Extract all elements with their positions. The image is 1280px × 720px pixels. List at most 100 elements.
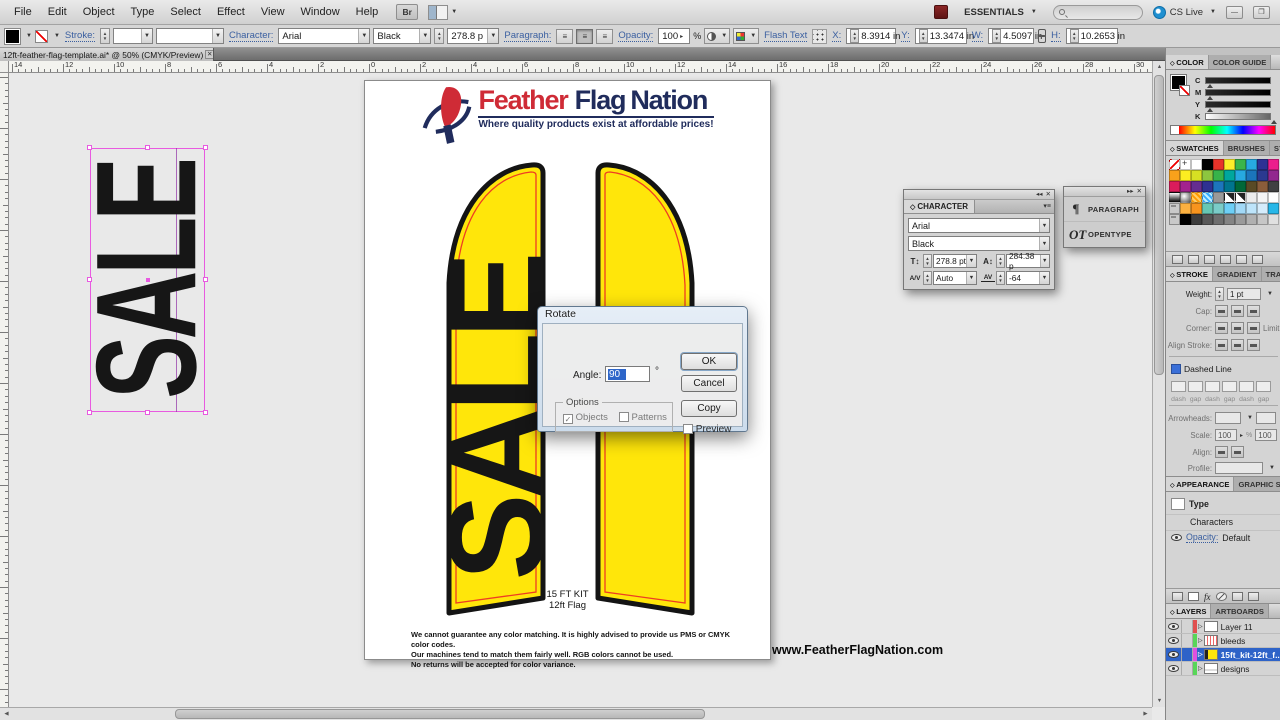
kerning-combo[interactable]: Auto▼ [933, 271, 977, 285]
x-label[interactable]: X: [832, 31, 841, 42]
projecting-cap-button[interactable] [1247, 305, 1260, 317]
swatch[interactable] [1235, 203, 1246, 214]
swatch[interactable] [1191, 203, 1202, 214]
selected-sale-object[interactable]: SALE [90, 148, 205, 412]
scroll-left-icon[interactable]: ◀ [0, 708, 13, 720]
layer-row[interactable]: ▷designs [1166, 662, 1280, 676]
tab-color[interactable]: COLOR [1166, 55, 1209, 69]
selection-handle[interactable] [145, 145, 150, 150]
stroke-weight-stepper[interactable] [100, 28, 110, 44]
x-stepper[interactable] [850, 29, 859, 43]
restore-button[interactable]: ❐ [1253, 6, 1270, 19]
tracking-combo[interactable]: -64▼ [1006, 271, 1050, 285]
bevel-join-button[interactable] [1247, 322, 1260, 334]
scroll-right-icon[interactable]: ▶ [1139, 708, 1152, 720]
gap-input[interactable] [1188, 381, 1203, 392]
swatch[interactable] [1224, 170, 1235, 181]
swatch[interactable] [1202, 181, 1213, 192]
selection-handle[interactable] [203, 277, 208, 282]
recolor-artwork-button[interactable]: ▼ [733, 28, 759, 44]
new-color-group-icon[interactable] [1220, 255, 1231, 264]
swatch[interactable] [1202, 214, 1213, 225]
color-spectrum-bar[interactable] [1170, 125, 1276, 135]
swatch[interactable] [1202, 170, 1213, 181]
swatch[interactable] [1180, 192, 1191, 203]
swatch[interactable] [1224, 181, 1235, 192]
selection-handle[interactable] [87, 277, 92, 282]
stroke-weight-combo[interactable]: ▼ [113, 28, 153, 44]
selection-handle[interactable] [87, 410, 92, 415]
stroke-proxy-swatch[interactable] [1179, 85, 1190, 96]
channel-slider[interactable] [1205, 113, 1271, 120]
new-swatch-icon[interactable] [1236, 255, 1247, 264]
menu-select[interactable]: Select [162, 0, 209, 24]
extend-arrow-button[interactable] [1215, 446, 1228, 458]
layer-row[interactable]: ▷15ft_kit-12ft_f... [1166, 648, 1280, 662]
angle-input[interactable]: 90 [605, 366, 650, 382]
swatch[interactable] [1246, 203, 1257, 214]
swatch-options-icon[interactable] [1204, 255, 1215, 264]
layer-row[interactable]: ▷bleeds [1166, 634, 1280, 648]
swatch[interactable] [1202, 192, 1213, 203]
swatch[interactable] [1268, 214, 1279, 225]
collapse-to-icons-icon[interactable]: ◂◂ [1036, 190, 1043, 200]
stroke-weight-label[interactable]: Stroke: [65, 31, 95, 42]
gap-input[interactable] [1256, 381, 1271, 392]
visibility-cell[interactable] [1166, 620, 1182, 633]
delete-swatch-icon[interactable] [1252, 255, 1263, 264]
tab-stroke[interactable]: STROKE [1166, 267, 1213, 281]
tab-symbols[interactable]: SYMBOLS [1270, 141, 1280, 155]
expand-triangle-icon[interactable]: ▷ [1198, 637, 1203, 644]
tab-graphic-styles[interactable]: GRAPHIC STYLES [1234, 477, 1280, 491]
gap-input[interactable] [1222, 381, 1237, 392]
menu-file[interactable]: File [6, 0, 40, 24]
scale-start-value[interactable]: 100 [1215, 429, 1237, 441]
swatch[interactable] [1257, 214, 1268, 225]
expand-panels-icon[interactable]: ▸▸ [1127, 187, 1134, 197]
close-icon[interactable]: ✕ [1046, 190, 1051, 200]
menu-object[interactable]: Object [75, 0, 123, 24]
stroke-color-swatch[interactable] [35, 30, 48, 43]
w-input[interactable]: 4.5097 in [988, 28, 1034, 44]
arrange-documents-button[interactable] [428, 5, 448, 20]
tab-brushes[interactable]: BRUSHES [1224, 141, 1270, 155]
slider-marker[interactable] [1271, 120, 1277, 124]
panel-menu-icon[interactable]: ▾≡ [1040, 200, 1054, 213]
preview-checkbox[interactable] [683, 424, 693, 434]
tab-appearance[interactable]: APPEARANCE [1166, 477, 1234, 491]
visibility-cell[interactable] [1166, 662, 1182, 675]
swatch[interactable] [1246, 159, 1257, 170]
swatch[interactable] [1224, 192, 1235, 203]
leading-combo[interactable]: 284.38 p▼ [1006, 254, 1050, 268]
objects-checkbox[interactable]: ✓ [563, 414, 573, 424]
clear-appearance-icon[interactable] [1216, 592, 1227, 601]
opacity-mask-button[interactable]: ▼ [704, 28, 730, 44]
swatch[interactable] [1191, 170, 1202, 181]
layer-row[interactable]: ▷Layer 11 [1166, 620, 1280, 634]
constrain-proportions-icon[interactable] [1037, 29, 1046, 43]
swatch[interactable] [1213, 159, 1224, 170]
menu-help[interactable]: Help [348, 0, 387, 24]
objects-checkbox-row[interactable]: ✓ Objects [563, 412, 608, 424]
dashed-line-checkbox[interactable] [1171, 364, 1181, 374]
align-outside-stroke-button[interactable] [1247, 339, 1260, 351]
place-arrow-button[interactable] [1231, 446, 1244, 458]
appearance-row-type[interactable]: Type [1166, 496, 1280, 512]
chevron-down-icon[interactable]: ▼ [1267, 291, 1273, 297]
opacity-link[interactable]: Opacity: [1186, 532, 1218, 543]
visibility-eye-icon[interactable] [1168, 651, 1179, 658]
swatch[interactable] [1268, 192, 1279, 203]
character-font-style-combo[interactable]: Black▼ [908, 236, 1050, 251]
layer-name[interactable]: 15ft_kit-12ft_f... [1221, 650, 1280, 660]
swatch[interactable] [1213, 170, 1224, 181]
swatch[interactable] [1202, 159, 1213, 170]
swatch[interactable] [1169, 181, 1180, 192]
swatch[interactable] [1235, 214, 1246, 225]
visibility-eye-icon[interactable] [1168, 665, 1179, 672]
y-label[interactable]: Y: [901, 31, 909, 42]
channel-slider[interactable] [1205, 77, 1271, 84]
font-size-stepper[interactable] [434, 28, 444, 44]
swatch[interactable] [1246, 170, 1257, 181]
swatch[interactable] [1246, 214, 1257, 225]
swatch[interactable] [1191, 181, 1202, 192]
